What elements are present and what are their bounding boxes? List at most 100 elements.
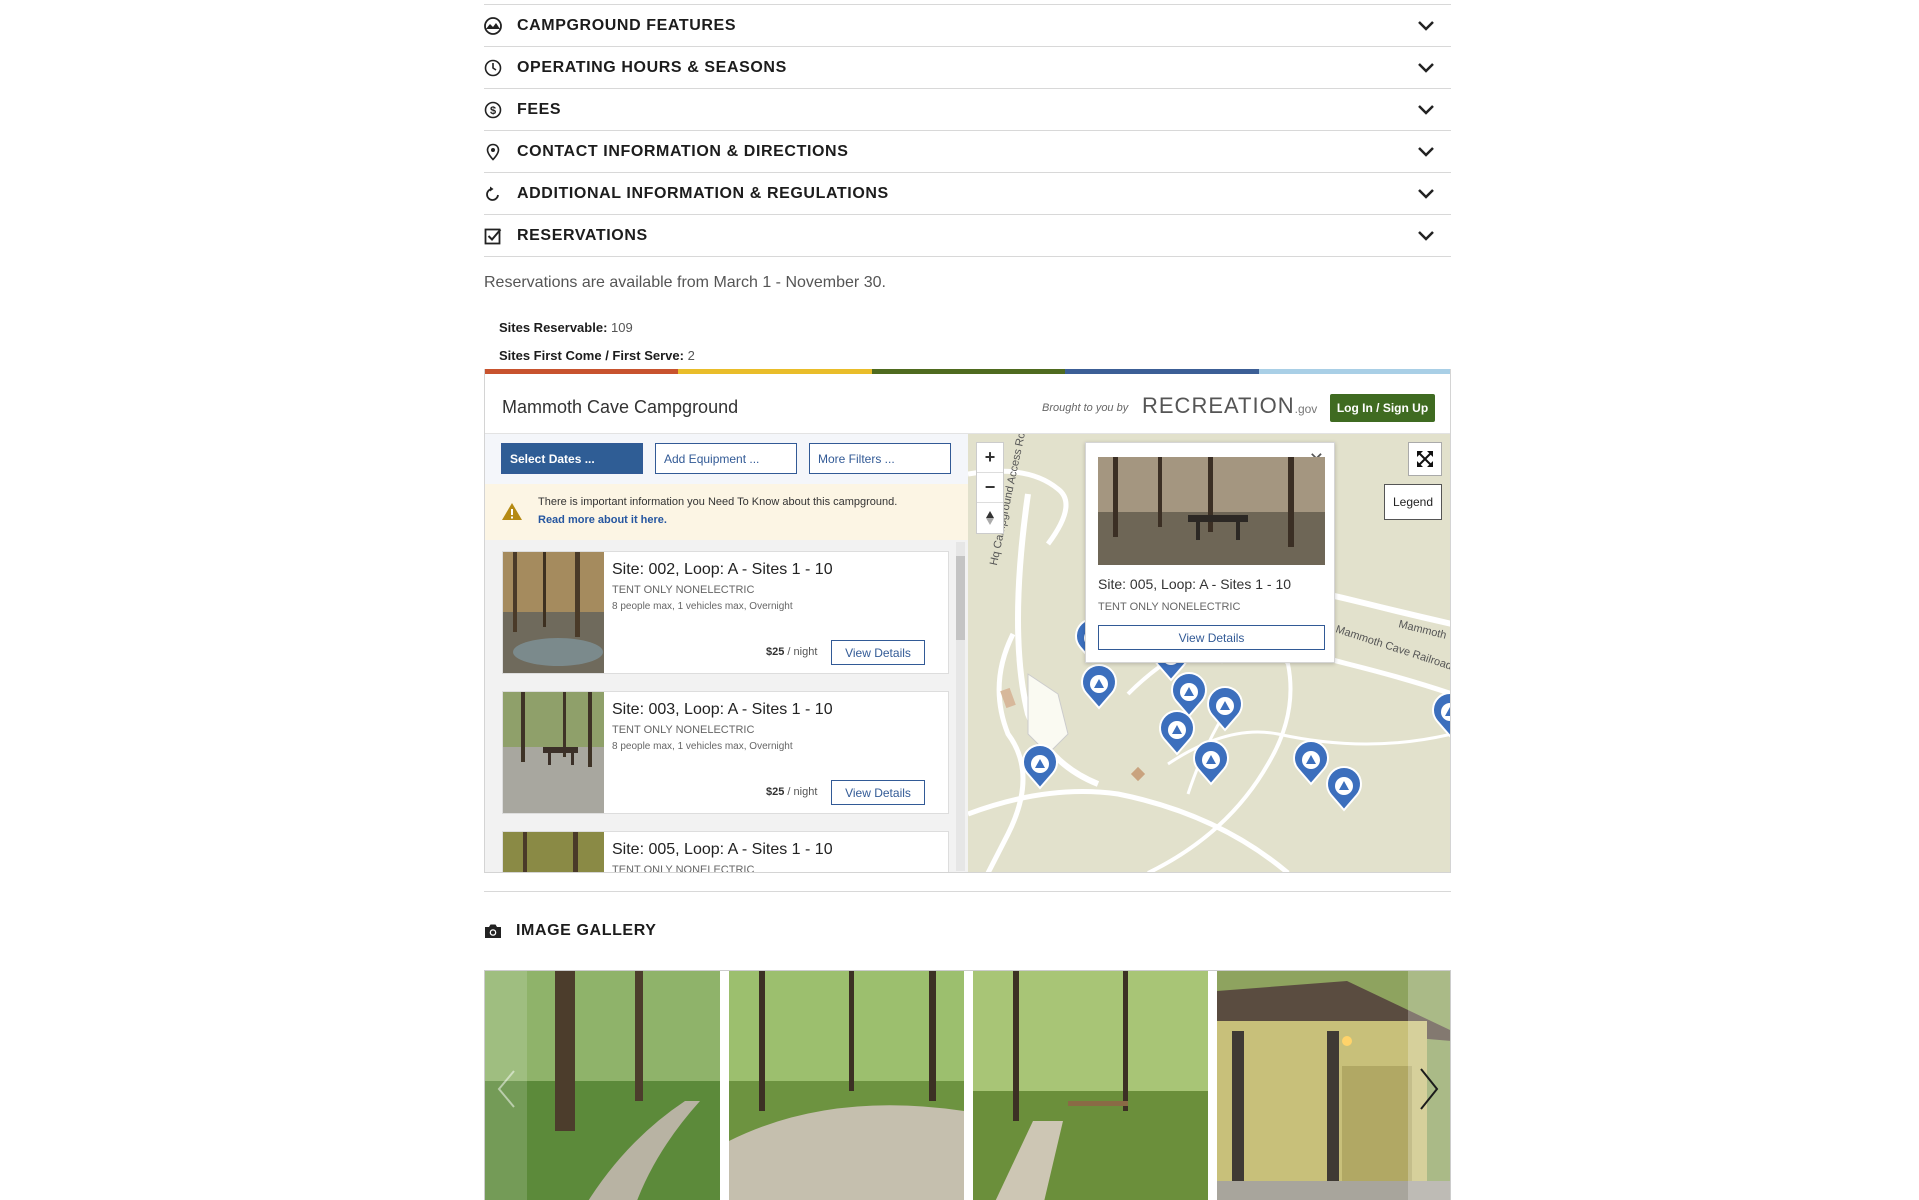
image-gallery[interactable] [484,970,1451,1200]
logo-main: RECREATION [1142,393,1295,418]
site-price: $25 / night [766,786,817,798]
scrollbar-thumb[interactable] [956,556,965,640]
accordion-additional-info[interactable]: ADDITIONAL INFORMATION & REGULATIONS [484,173,1451,215]
campsite-marker [1081,664,1117,710]
compass-icon [986,511,994,525]
zoom-in-button[interactable]: + [977,443,1003,473]
compass-north-button[interactable] [977,503,1003,533]
more-filters-button[interactable]: More Filters ... [809,443,951,474]
stat-label: Sites First Come / First Serve: [499,348,684,363]
gallery-next-button[interactable] [1408,971,1450,1200]
accordion-label: CAMPGROUND FEATURES [517,16,737,34]
map-zoom-controls: + − [976,442,1004,534]
popup-site-type: TENT ONLY NONELECTRIC [1098,601,1241,613]
site-type: TENT ONLY NONELECTRIC [612,864,755,873]
accordion-contact[interactable]: CONTACT INFORMATION & DIRECTIONS [484,131,1451,173]
campsite-marker [1193,740,1229,786]
checkbox-icon [484,227,502,245]
select-dates-button[interactable]: Select Dates ... [501,443,643,474]
campsite-marker [1293,740,1329,786]
camera-icon [485,924,501,938]
view-details-button[interactable]: View Details [831,780,925,805]
add-equipment-button[interactable]: Add Equipment ... [655,443,797,474]
gallery-image[interactable] [729,971,964,1200]
popup-site-title: Site: 005, Loop: A - Sites 1 - 10 [1098,576,1292,592]
reservations-availability-text: Reservations are available from March 1 … [484,274,886,291]
accordion-fees[interactable]: $ FEES [484,89,1451,131]
chevron-down-icon [1418,146,1434,157]
accordion-campground-features[interactable]: CAMPGROUND FEATURES [484,4,1451,47]
chevron-left-icon [497,1069,515,1108]
site-card[interactable]: Site: 002, Loop: A - Sites 1 - 10 TENT O… [502,551,949,674]
stat-value: 109 [611,320,633,335]
site-popup: ✕ Site: 005, Loop: A - Sites 1 - 10 TENT… [1085,442,1335,663]
sites-fcfs-stat: Sites First Come / First Serve: 2 [499,348,695,363]
recreation-widget: Mammoth Cave Campground Brought to you b… [484,369,1451,873]
site-photo [503,832,604,872]
chevron-down-icon [1418,62,1434,73]
campsite-marker [1022,744,1058,790]
accordion-label: ADDITIONAL INFORMATION & REGULATIONS [517,184,889,202]
location-pin-icon [484,143,502,161]
site-capacity: 8 people max, 1 vehicles max, Overnight [612,601,793,612]
stat-label: Sites Reservable: [499,320,608,335]
site-photo [503,552,604,673]
fullscreen-button[interactable] [1408,442,1442,476]
sites-reservable-stat: Sites Reservable: 109 [499,320,633,335]
clock-icon [484,59,502,77]
mountain-icon [484,16,502,35]
price-value: $25 [766,646,785,658]
brought-by-text: Brought to you by [1042,402,1129,414]
chevron-down-icon [1418,20,1434,31]
popup-view-details-button[interactable]: View Details [1098,625,1325,650]
gallery-prev-button[interactable] [485,971,527,1200]
site-list[interactable]: Site: 002, Loop: A - Sites 1 - 10 TENT O… [485,540,968,873]
site-title: Site: 003, Loop: A - Sites 1 - 10 [612,701,833,718]
site-title: Site: 005, Loop: A - Sites 1 - 10 [612,841,833,858]
stat-value: 2 [687,348,695,363]
gallery-image[interactable] [973,971,1208,1200]
notice-text: There is important information you Need … [538,496,898,508]
site-card[interactable]: Site: 005, Loop: A - Sites 1 - 10 TENT O… [502,831,949,873]
site-price: $25 / night [766,646,817,658]
site-type: TENT ONLY NONELECTRIC [612,584,755,596]
svg-text:$: $ [490,105,496,117]
accordion-reservations[interactable]: RESERVATIONS [484,215,1451,257]
campground-map[interactable]: Hq Campground Access Road Mammoth Cave R… [968,434,1450,872]
campsite-marker [1207,686,1243,732]
filter-bar: Select Dates ... Add Equipment ... More … [485,434,968,484]
login-signup-button[interactable]: Log In / Sign Up [1330,394,1435,422]
gallery-title: IMAGE GALLERY [516,922,657,939]
warning-icon [502,503,522,520]
refresh-icon [484,185,502,203]
accordion-label: CONTACT INFORMATION & DIRECTIONS [517,142,849,160]
price-unit: / night [787,786,818,798]
notice-link[interactable]: Read more about it here. [538,514,667,526]
accordion-operating-hours[interactable]: OPERATING HOURS & SEASONS [484,47,1451,89]
accordion-label: RESERVATIONS [517,226,648,244]
view-details-button[interactable]: View Details [831,640,925,665]
chevron-down-icon [1418,230,1434,241]
site-type: TENT ONLY NONELECTRIC [612,724,755,736]
logo-suffix: .gov [1294,402,1318,416]
accordion-label: OPERATING HOURS & SEASONS [517,58,787,76]
legend-button[interactable]: Legend [1384,484,1442,520]
zoom-out-button[interactable]: − [977,473,1003,503]
campsite-marker [1432,692,1450,738]
campsite-marker [1171,672,1207,718]
campsite-marker [1326,766,1362,812]
recreation-logo[interactable]: RECREATION.gov [1142,393,1317,419]
chevron-right-icon [1420,1067,1439,1110]
need-to-know-notice: There is important information you Need … [485,484,968,540]
popup-site-photo [1098,457,1325,565]
chevron-down-icon [1418,188,1434,199]
site-photo [503,692,604,813]
site-list-scrollbar[interactable] [956,542,965,871]
campground-title: Mammoth Cave Campground [502,397,739,417]
image-gallery-header: IMAGE GALLERY [484,920,657,942]
campground-page: CAMPGROUND FEATURES OPERATING HOURS & SE… [484,0,1451,1200]
widget-header: Mammoth Cave Campground Brought to you b… [485,374,1450,434]
chevron-down-icon [1418,104,1434,115]
site-card[interactable]: Site: 003, Loop: A - Sites 1 - 10 TENT O… [502,691,949,814]
section-divider [484,891,1451,892]
